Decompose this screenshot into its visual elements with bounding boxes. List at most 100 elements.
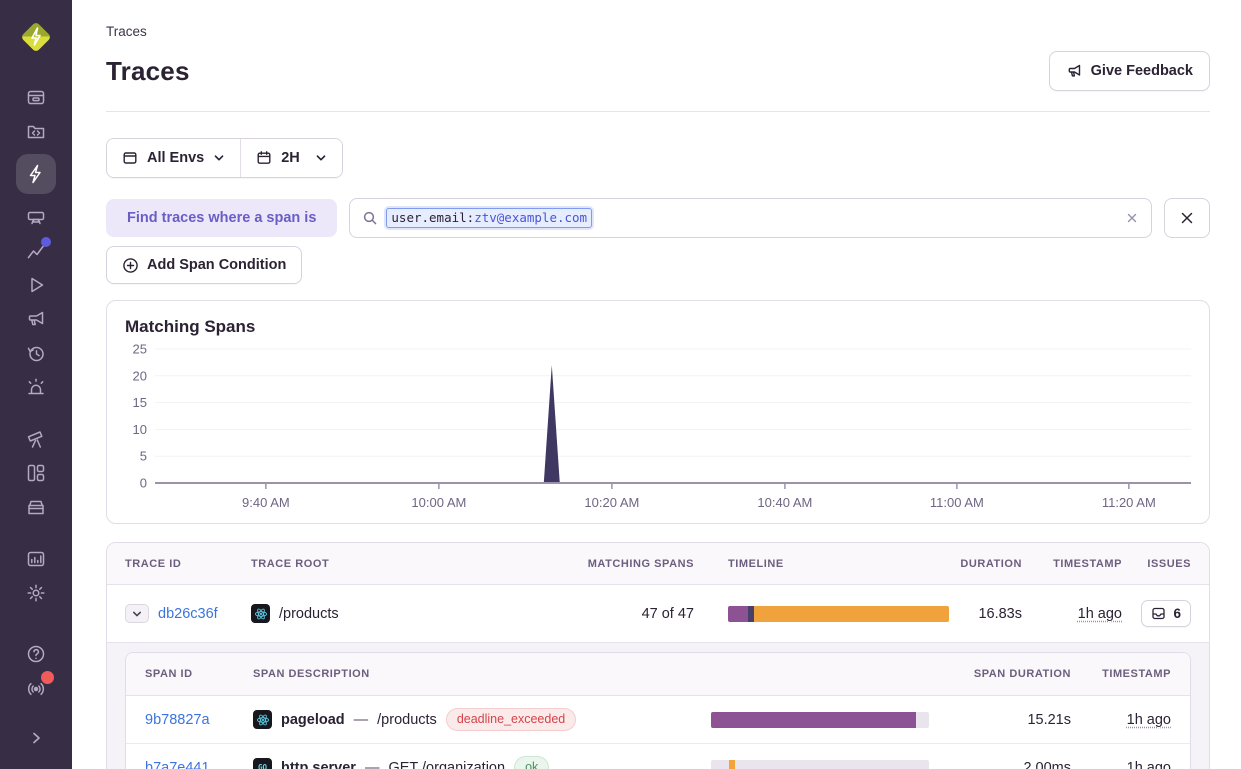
whats-new-notification-dot (41, 671, 54, 684)
span-status-badge: ok (514, 756, 549, 769)
sidebar-item-replays[interactable] (16, 268, 56, 302)
svg-text:0: 0 (140, 476, 147, 491)
insights-notification-dot (41, 237, 51, 247)
history-clock-icon (25, 342, 47, 364)
sidebar-item-settings[interactable] (16, 576, 56, 610)
traces-table-header: TRACE ID TRACE ROOT MATCHING SPANS TIMEL… (107, 543, 1209, 585)
sidebar-item-alerts[interactable] (16, 370, 56, 404)
sidebar-item-dashboards[interactable] (16, 456, 56, 490)
span-row: 9b78827a pageload — /products deadline_e… (126, 696, 1190, 744)
react-platform-icon (253, 710, 272, 729)
sidebar-item-history[interactable] (16, 336, 56, 370)
col-span-timestamp: TIMESTAMP (1102, 668, 1171, 680)
svg-text:25: 25 (133, 342, 147, 357)
logo-bolt-icon (28, 25, 44, 49)
spans-table-header: SPAN ID SPAN DESCRIPTION SPAN DURATION T… (126, 653, 1190, 696)
trace-timestamp[interactable]: 1h ago (1078, 606, 1122, 622)
span-row: b7a7e441 GO http.server — GET /organizat… (126, 744, 1190, 769)
col-span-duration: SPAN DURATION (974, 668, 1071, 680)
megaphone-icon (25, 308, 47, 330)
span-status-badge: deadline_exceeded (446, 708, 576, 731)
sidebar-item-releases[interactable] (16, 490, 56, 524)
sidebar-item-help[interactable] (16, 637, 56, 671)
close-icon (1179, 210, 1195, 226)
remove-condition-button[interactable] (1164, 198, 1210, 238)
telescope-icon (25, 428, 47, 450)
help-icon (25, 643, 47, 665)
span-timestamp[interactable]: 1h ago (1127, 760, 1171, 769)
clear-search-icon[interactable] (1125, 211, 1139, 225)
add-span-condition-button[interactable]: Add Span Condition (106, 246, 302, 284)
sidebar-item-explore-selected[interactable] (16, 154, 56, 194)
svg-text:20: 20 (133, 368, 147, 383)
search-filter-token[interactable]: user.email:ztv@example.com (386, 208, 592, 229)
search-icon (362, 210, 378, 226)
give-feedback-button[interactable]: Give Feedback (1049, 51, 1210, 91)
code-folder-icon (25, 120, 47, 142)
stats-bars-icon (25, 548, 47, 570)
lightning-bolt-icon (25, 163, 47, 185)
sidebar-item-whats-new[interactable] (16, 671, 56, 705)
svg-text:9:40 AM: 9:40 AM (242, 495, 290, 510)
time-range-filter[interactable]: 2H (241, 139, 342, 177)
projector-icon (25, 206, 47, 228)
sidebar-item-feedback[interactable] (16, 302, 56, 336)
span-separator: — (365, 760, 380, 769)
col-timeline: TIMELINE (694, 558, 934, 570)
matching-spans-chart[interactable]: 05101520259:40 AM10:00 AM10:20 AM10:40 A… (125, 341, 1193, 513)
span-duration: 2.00ms (1023, 760, 1071, 769)
trace-id-link[interactable]: db26c36f (158, 606, 218, 622)
col-span-description: SPAN DESCRIPTION (253, 668, 711, 680)
sidebar-item-profiling[interactable] (16, 200, 56, 234)
sidebar-item-projects[interactable] (16, 114, 56, 148)
span-op: pageload (281, 712, 345, 728)
span-duration-bar (711, 712, 929, 728)
trace-issues-button[interactable]: 6 (1141, 600, 1191, 627)
col-matching-spans: MATCHING SPANS (588, 558, 694, 570)
col-issues: ISSUES (1147, 558, 1191, 570)
span-duration-bar (711, 760, 929, 769)
breadcrumb[interactable]: Traces (106, 24, 1210, 39)
span-description: GET /organization (388, 760, 505, 769)
span-op: http.server (281, 760, 356, 769)
span-id-link[interactable]: 9b78827a (145, 712, 253, 728)
play-icon (25, 274, 47, 296)
col-duration: DURATION (960, 558, 1022, 570)
span-duration: 15.21s (1027, 712, 1071, 728)
col-timestamp: TIMESTAMP (1053, 558, 1122, 570)
environment-filter-label: All Envs (147, 150, 204, 166)
chevron-down-icon (315, 152, 327, 164)
sidebar-item-discover[interactable] (16, 422, 56, 456)
feedback-megaphone-icon (1066, 63, 1083, 80)
collapse-trace-button[interactable] (125, 604, 149, 623)
trace-issues-count: 6 (1173, 606, 1181, 621)
dashboard-grid-icon (25, 462, 47, 484)
chevron-down-icon (131, 608, 143, 620)
matching-spans-count: 47 of 47 (642, 606, 694, 622)
sidebar-item-stats[interactable] (16, 542, 56, 576)
trace-timeline-bar (728, 606, 949, 622)
svg-text:15: 15 (133, 395, 147, 410)
svg-text:10:40 AM: 10:40 AM (757, 495, 812, 510)
sidebar-item-issues[interactable] (16, 80, 56, 114)
page-content: All Envs 2H Find traces where a span is … (72, 112, 1241, 769)
chevron-down-icon (213, 152, 225, 164)
sidebar-bottom-group (16, 637, 56, 755)
span-search-input[interactable]: user.email:ztv@example.com (349, 198, 1152, 238)
col-trace-root: TRACE ROOT (251, 558, 544, 570)
svg-text:10:20 AM: 10:20 AM (584, 495, 639, 510)
token-key: user.email: (391, 210, 474, 225)
svg-text:11:20 AM: 11:20 AM (1102, 495, 1156, 510)
environment-filter[interactable]: All Envs (107, 139, 240, 177)
app-root: Traces Traces Give Feedback All Envs (0, 0, 1241, 769)
sidebar-expand-button[interactable] (16, 721, 56, 755)
sidebar-item-insights[interactable] (16, 234, 56, 268)
go-platform-icon: GO (253, 758, 272, 769)
span-timestamp[interactable]: 1h ago (1127, 712, 1171, 728)
sentry-logo[interactable] (17, 18, 55, 56)
give-feedback-label: Give Feedback (1091, 63, 1193, 79)
add-span-condition-label: Add Span Condition (147, 257, 286, 273)
svg-text:10: 10 (133, 422, 147, 437)
span-id-link[interactable]: b7a7e441 (145, 760, 253, 769)
matching-spans-chart-card: Matching Spans 05101520259:40 AM10:00 AM… (106, 300, 1210, 524)
